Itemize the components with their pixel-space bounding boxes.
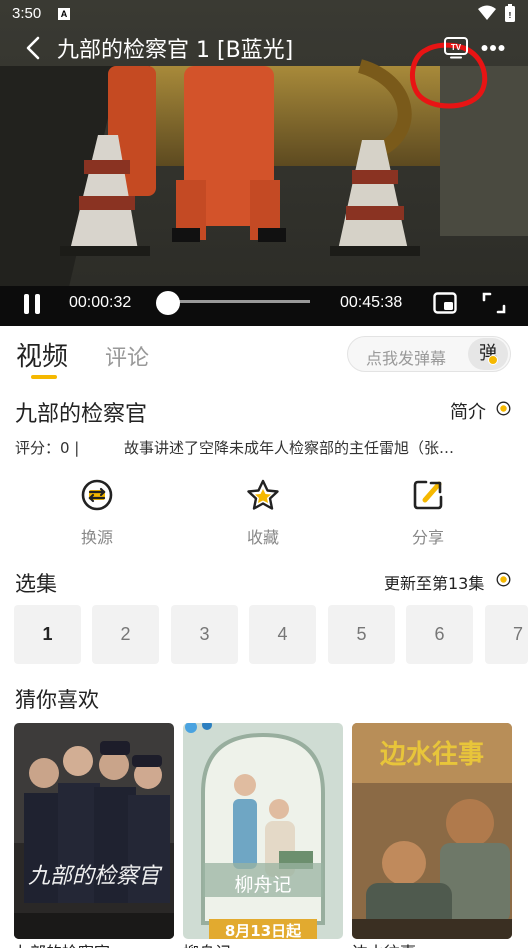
pip-icon[interactable] <box>433 292 457 314</box>
fullscreen-icon[interactable] <box>482 292 506 314</box>
recommendation-title-3[interactable]: 边水往事 <box>352 939 416 948</box>
episodes-update-link[interactable]: 更新至第13集 <box>384 570 484 594</box>
episode-7[interactable]: 7 <box>485 605 528 664</box>
description: 故事讲述了空降未成年人检察部的主任雷旭（张… <box>124 439 455 457</box>
recommendation-card-3[interactable]: 边水往事 <box>352 723 512 939</box>
video-title: 九部的检察官 1 [B蓝光] <box>57 38 294 63</box>
episodes-heading: 选集 <box>15 572 57 596</box>
video-player[interactable]: 3:50 A ! 九部的检察官 1 [B蓝光] TV 00:00:32 00:4… <box>0 0 528 326</box>
battery-icon: ! <box>505 4 515 22</box>
tab-video[interactable]: 视频 <box>16 336 68 373</box>
share-icon <box>413 480 443 510</box>
switch-source-icon <box>81 479 113 511</box>
svg-text:九部的检察官: 九部的检察官 <box>28 864 163 889</box>
recommendation-title-1[interactable]: 九部的检察官 <box>14 939 110 948</box>
poster-image-3: 边水往事 <box>352 723 512 939</box>
switch-source-button[interactable]: 换源 <box>57 478 137 548</box>
wifi-icon <box>478 5 496 20</box>
current-time: 00:00:32 <box>69 294 132 311</box>
svg-text:边水往事: 边水往事 <box>380 739 484 770</box>
episode-2[interactable]: 2 <box>92 605 159 664</box>
favorite-button[interactable]: 收藏 <box>223 478 303 548</box>
back-arrow-icon[interactable] <box>20 34 48 62</box>
share-label: 分享 <box>411 528 444 547</box>
share-button[interactable]: 分享 <box>388 478 468 548</box>
favorite-label: 收藏 <box>246 528 279 547</box>
episode-3[interactable]: 3 <box>171 605 238 664</box>
pause-icon[interactable] <box>22 293 42 315</box>
poster-image-1: 九部的检察官 <box>14 723 174 939</box>
recommendation-card-1[interactable]: 九部的检察官 <box>14 723 174 939</box>
svg-text:8月13日起: 8月13日起 <box>225 922 302 939</box>
player-controls: 00:00:32 00:45:38 <box>0 286 528 326</box>
tv-cast-button[interactable]: TV <box>444 37 468 63</box>
switch-source-label: 换源 <box>80 528 113 547</box>
content-tabs: 视频 评论 点我发弹幕 弹 <box>0 330 528 380</box>
episode-5[interactable]: 5 <box>328 605 395 664</box>
danmu-status-dot <box>488 355 498 365</box>
episodes-dot-icon[interactable] <box>496 572 511 587</box>
tv-cast-icon: TV <box>444 37 468 59</box>
danmu-placeholder: 点我发弹幕 <box>366 349 447 368</box>
more-icon[interactable] <box>481 36 505 60</box>
intro-dot-icon[interactable] <box>496 401 511 416</box>
danmu-input[interactable]: 点我发弹幕 弹 <box>347 336 511 372</box>
seek-bar[interactable] <box>168 300 310 303</box>
svg-text:!: ! <box>509 11 512 20</box>
svg-text:TV: TV <box>451 43 462 52</box>
recommendation-card-2[interactable]: 柳舟记 8月13日起 <box>183 723 343 939</box>
danmu-toggle-button[interactable]: 弹 <box>468 338 508 370</box>
notification-a-icon: A <box>58 8 70 20</box>
player-top-bar: 九部的检察官 1 [B蓝光] TV <box>0 28 528 109</box>
recommendation-title-2[interactable]: 柳舟记 <box>183 939 231 948</box>
tab-comment[interactable]: 评论 <box>105 340 149 372</box>
episode-6[interactable]: 6 <box>406 605 473 664</box>
status-bar: 3:50 A ! <box>0 0 528 28</box>
active-tab-indicator <box>31 375 57 379</box>
seek-thumb[interactable] <box>156 291 180 315</box>
episode-1[interactable]: 1 <box>14 605 81 664</box>
status-time: 3:50 <box>12 5 42 22</box>
rating: 评分：0 | <box>15 439 80 457</box>
star-icon <box>247 479 279 510</box>
recommendations-heading: 猜你喜欢 <box>15 688 99 712</box>
total-time: 00:45:38 <box>340 294 403 311</box>
intro-link[interactable]: 简介 <box>450 398 486 424</box>
poster-image-2: 柳舟记 8月13日起 <box>183 723 343 939</box>
episode-4[interactable]: 4 <box>249 605 316 664</box>
svg-text:柳舟记: 柳舟记 <box>234 874 291 896</box>
show-title: 九部的检察官 <box>15 402 148 427</box>
